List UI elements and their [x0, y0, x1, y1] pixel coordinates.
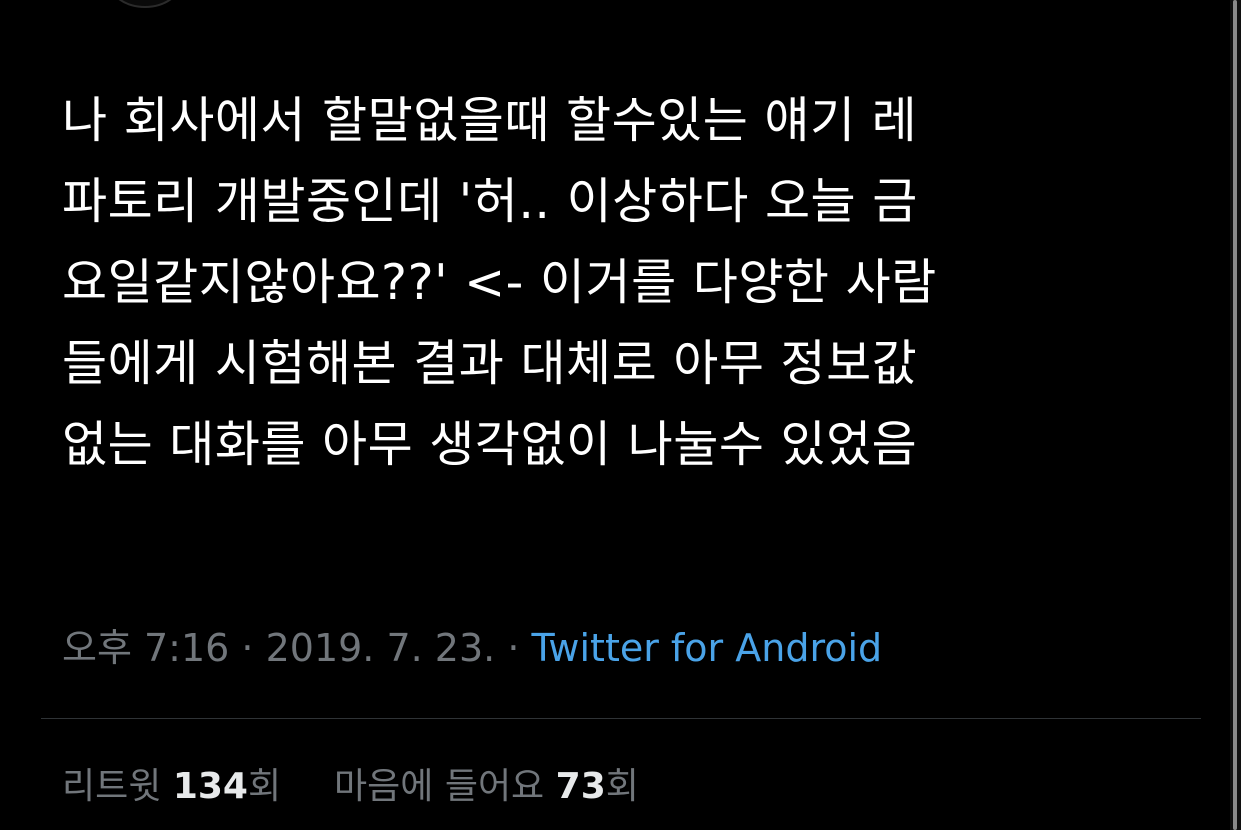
tweet-date[interactable]: 2019. 7. 23. — [266, 626, 496, 670]
tweet-text-line: 파토리 개발중인데 '허.. 이상하다 오늘 금 — [62, 173, 918, 230]
likes-label: 마음에 들어요 — [334, 766, 545, 807]
likes-count: 73 — [555, 766, 606, 807]
avatar[interactable] — [108, 0, 182, 8]
tweet-text-line: 나 회사에서 할말없을때 할수있는 얘기 레 — [62, 92, 918, 149]
likes-stat[interactable]: 마음에 들어요 73회 — [334, 766, 639, 807]
tweet-text-line: 요일같지않아요??' <- 이거를 다양한 사람 — [62, 254, 937, 311]
meta-separator: · — [229, 626, 266, 670]
scrollbar-thumb[interactable] — [1233, 0, 1237, 830]
meta-separator: · — [495, 626, 532, 670]
tweet-time[interactable]: 오후 7:16 — [62, 626, 229, 670]
retweets-label: 리트윗 — [62, 766, 162, 807]
tweet-text-line: 들에게 시험해본 결과 대체로 아무 정보값 — [62, 335, 918, 392]
engagement-stats: 리트윗 134회 마음에 들어요 73회 — [62, 762, 639, 812]
retweets-stat[interactable]: 리트윗 134회 — [62, 766, 293, 807]
scrollbar[interactable] — [1230, 0, 1241, 830]
tweet-metadata: 오후 7:16 · 2019. 7. 23. · Twitter for And… — [62, 623, 882, 673]
tweet-source-link[interactable]: Twitter for Android — [531, 626, 882, 670]
retweets-unit: 회 — [247, 766, 282, 807]
likes-unit: 회 — [605, 766, 639, 807]
tweet-text-line: 없는 대화를 아무 생각없이 나눌수 있었음 — [62, 416, 918, 473]
retweets-count: 134 — [172, 766, 248, 807]
divider — [41, 718, 1201, 719]
tweet-text: 나 회사에서 할말없을때 할수있는 얘기 레 파토리 개발중인데 '허.. 이상… — [62, 80, 1182, 485]
